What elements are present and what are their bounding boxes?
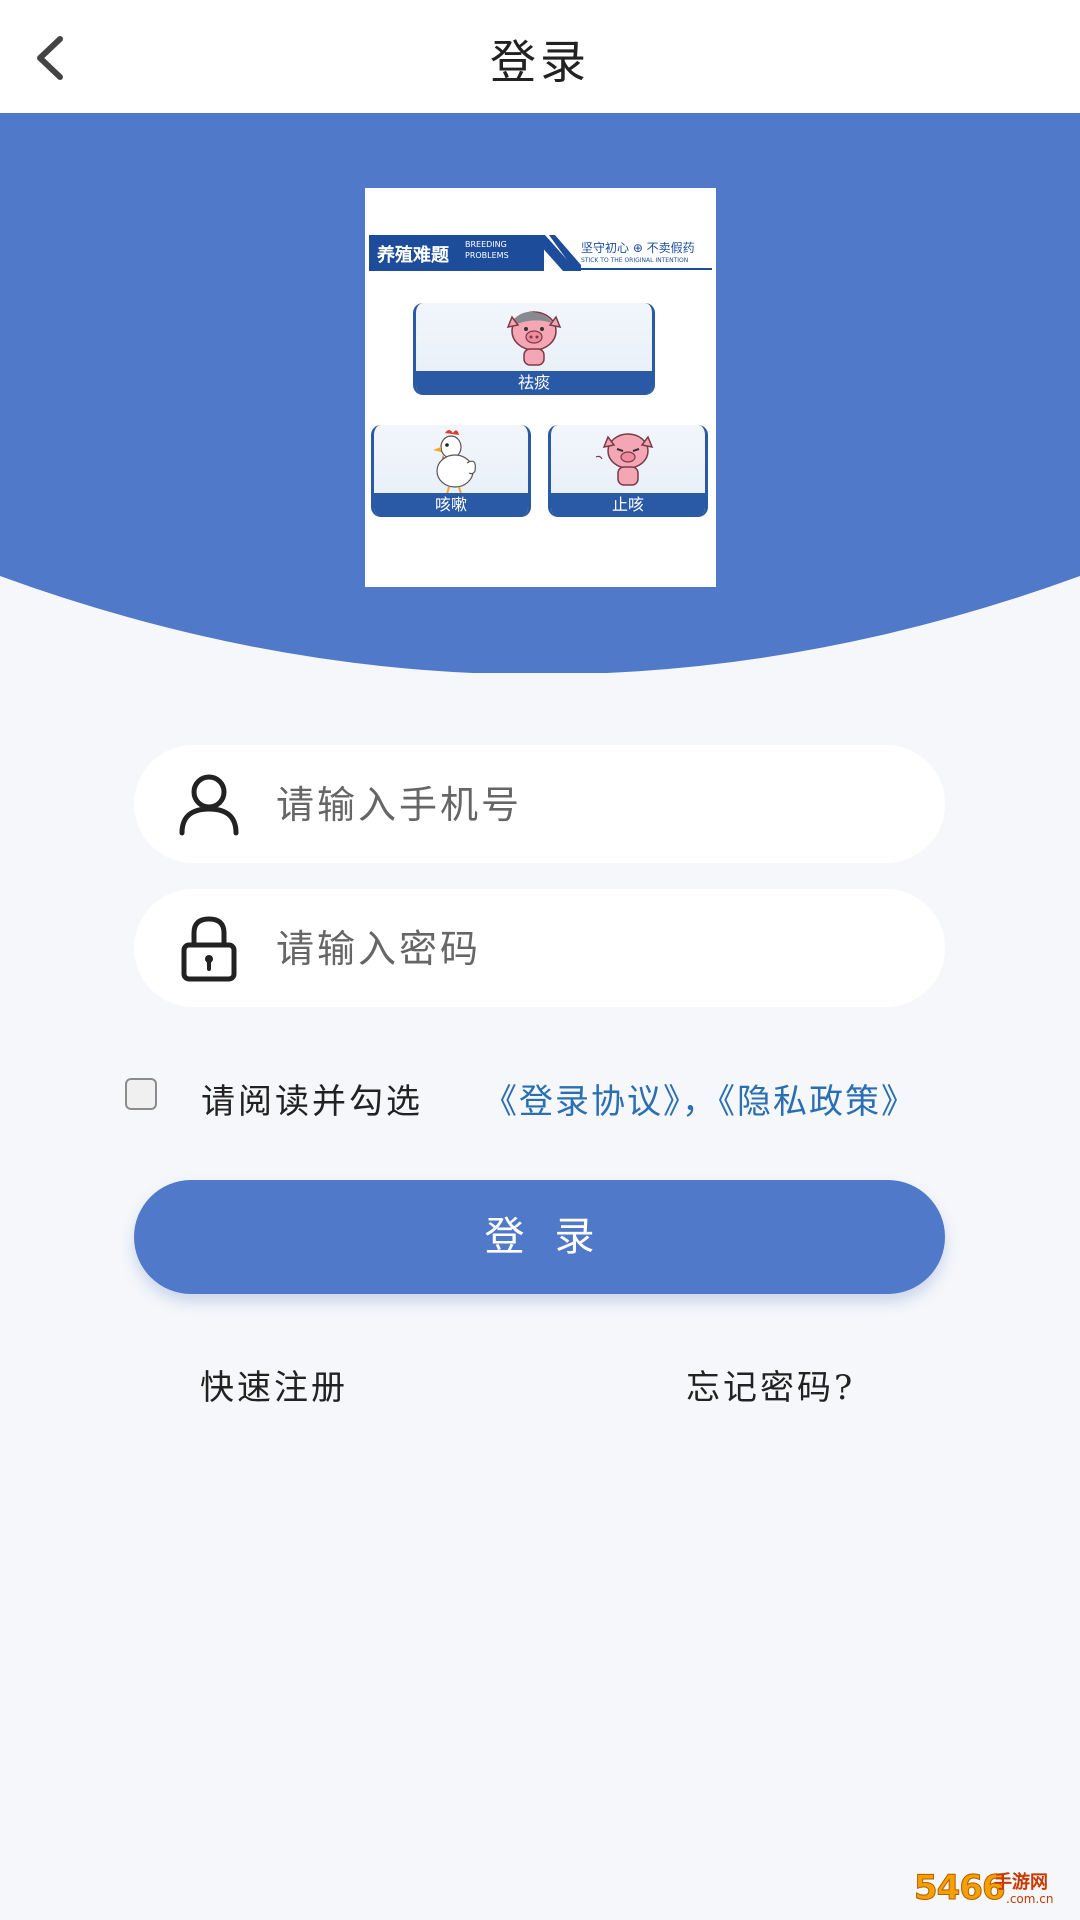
logo-banner-strip: 养殖难题 BREEDING PROBLEMS 坚守初心 ⊕ 不卖假药 STICK… — [369, 235, 712, 271]
slash-decoration-icon — [531, 235, 581, 271]
logo-title: 养殖难题 — [377, 245, 449, 266]
user-icon — [179, 774, 239, 836]
tile-label: 咳嗽 — [374, 493, 528, 517]
phone-field-container — [134, 745, 945, 863]
logo-slogan: 坚守初心 ⊕ 不卖假药 — [581, 241, 695, 255]
page-title: 登录 — [490, 35, 590, 89]
lock-icon — [181, 916, 237, 982]
password-field-container — [134, 889, 945, 1007]
logo-title-en: BREEDING PROBLEMS — [465, 240, 509, 260]
logo-tile-expectorant: 祛痰 — [413, 303, 655, 395]
tile-label: 祛痰 — [416, 371, 652, 395]
site-watermark: 5466 手游网 .com.cn — [914, 1866, 1074, 1916]
tile-label: 止咳 — [551, 493, 705, 517]
top-bar: 登录 — [0, 0, 1080, 113]
agreement-links: 《登录协议》，《隐私政策》 — [483, 1074, 917, 1123]
watermark-domain: .com.cn — [1006, 1892, 1054, 1906]
agreement-row: 请阅读并勾选 《登录协议》，《隐私政策》 — [125, 1066, 965, 1122]
agreement-checkbox[interactable] — [125, 1078, 157, 1110]
app-logo-image: 养殖难题 BREEDING PROBLEMS 坚守初心 ⊕ 不卖假药 STICK… — [365, 188, 716, 587]
phone-input[interactable] — [274, 765, 898, 845]
login-agreement-link[interactable]: 《登录协议》 — [483, 1082, 682, 1122]
forgot-password-link[interactable]: 忘记密码? — [686, 1360, 855, 1409]
pig-icon — [506, 311, 562, 366]
register-link[interactable]: 快速注册 — [200, 1360, 348, 1409]
watermark-number: 5466 — [914, 1868, 1007, 1909]
privacy-policy-link[interactable]: 《隐私政策》 — [718, 1082, 917, 1122]
watermark-brand: 手游网 — [994, 1872, 1048, 1893]
link-separator: ， — [682, 1082, 718, 1122]
login-button[interactable]: 登录 — [134, 1180, 945, 1294]
logo-tile-cough: 咳嗽 — [371, 425, 531, 517]
logo-slogan-en: STICK TO THE ORIGINAL INTENTION — [581, 257, 689, 264]
agreement-text: 请阅读并勾选 — [201, 1082, 423, 1122]
logo-tile-cough-relief: 止咳 — [548, 425, 708, 517]
pig-icon — [595, 433, 654, 486]
chicken-icon — [433, 430, 476, 495]
password-input[interactable] — [274, 909, 898, 989]
